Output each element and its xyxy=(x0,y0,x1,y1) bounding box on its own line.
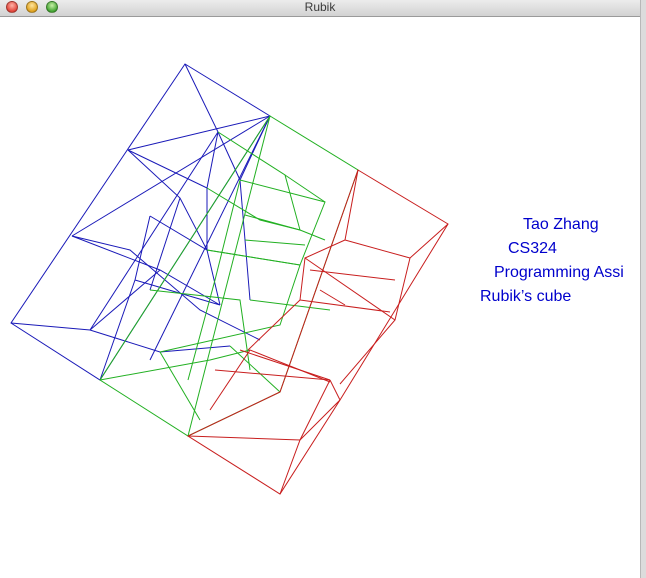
course-label: CS324 xyxy=(508,240,557,257)
background-window-edge xyxy=(641,0,646,578)
subject-label: Rubik’s cube xyxy=(480,288,572,305)
canvas-area: Tao Zhang CS324 Programming Assi Rubik’s… xyxy=(0,0,640,578)
author-name: Tao Zhang xyxy=(523,216,599,233)
assignment-label: Programming Assi xyxy=(494,264,624,281)
green-face xyxy=(99,115,359,437)
app-window: Rubik Tao Zhang CS324 Programming Assi R… xyxy=(0,0,641,578)
blue-face xyxy=(10,63,271,381)
